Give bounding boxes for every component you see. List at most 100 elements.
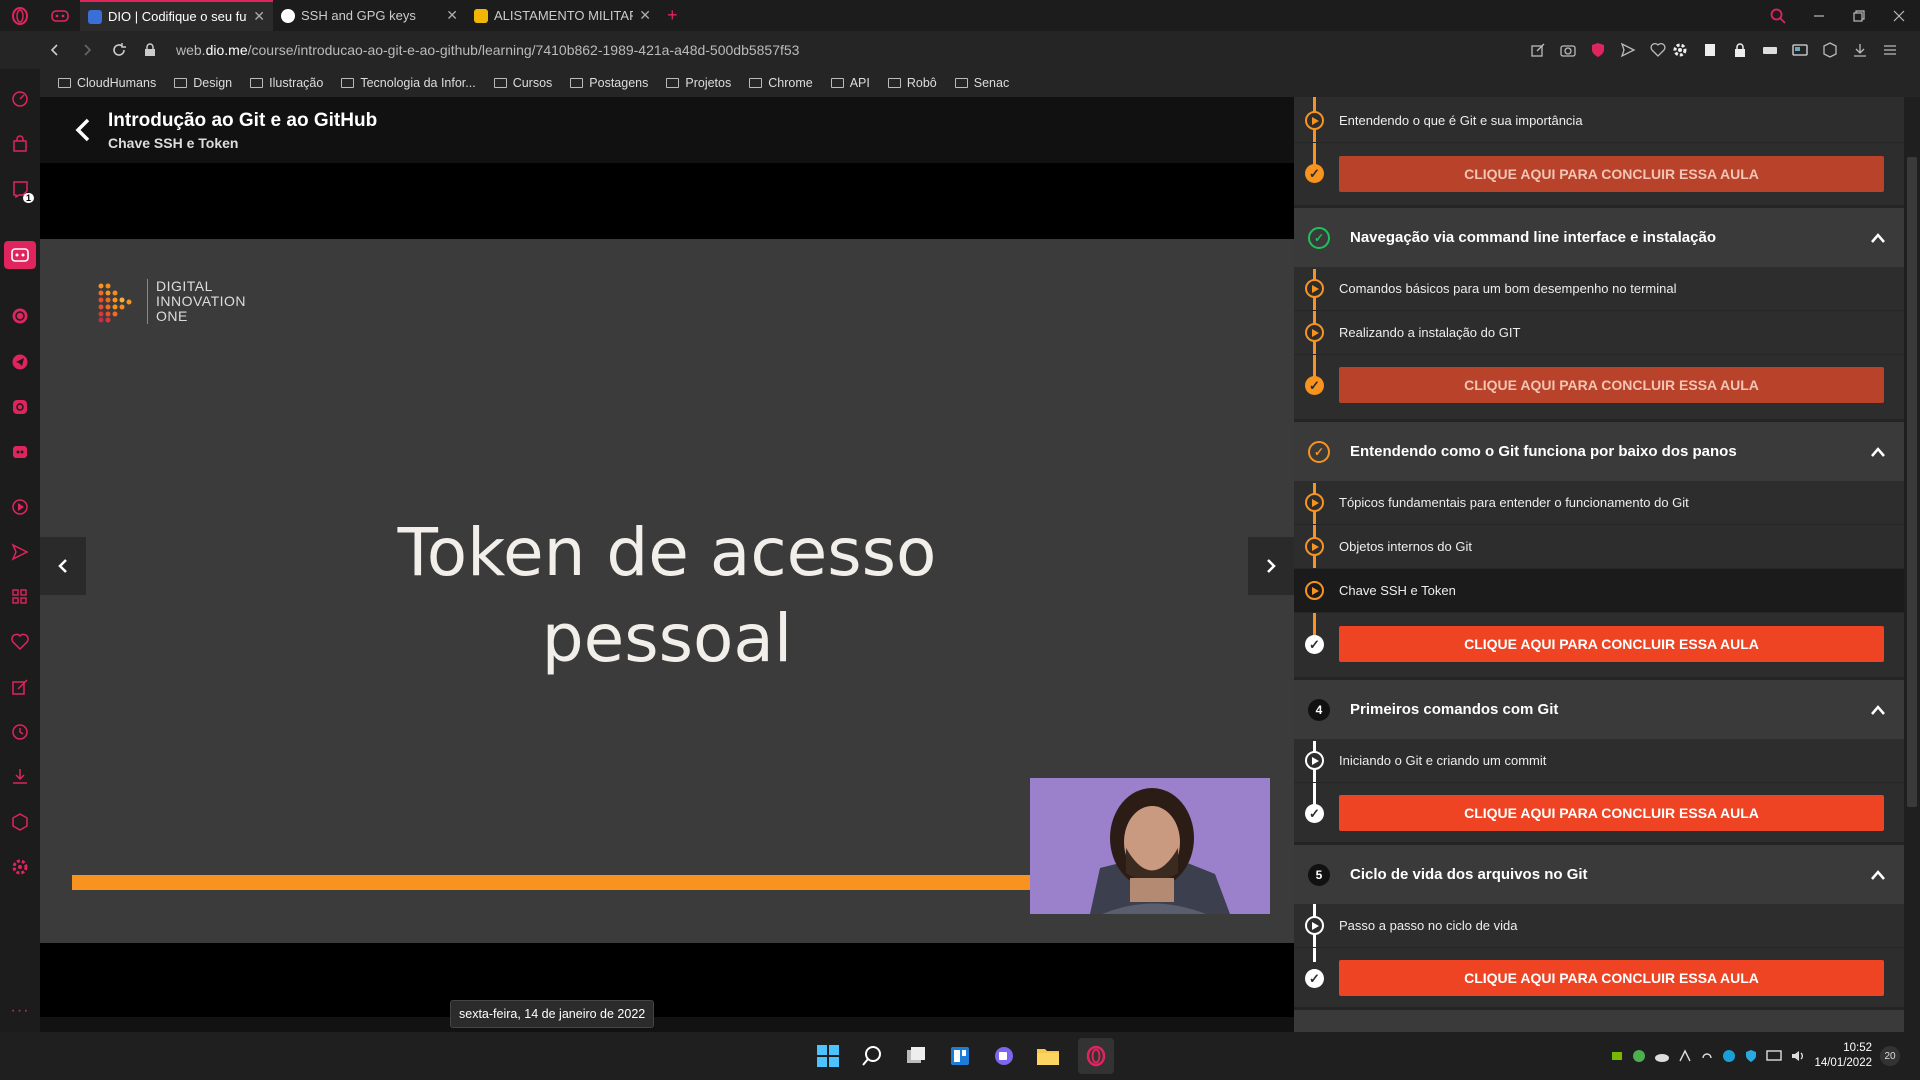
adblock-icon[interactable] [1590, 42, 1606, 58]
network-tray-icon[interactable] [1678, 1049, 1692, 1063]
section-header[interactable]: 4 Primeiros comandos com Git [1294, 677, 1904, 739]
bookmark-folder[interactable]: Robô [887, 76, 937, 90]
easy-setup-icon[interactable] [1882, 42, 1898, 58]
new-tab-button[interactable]: + [667, 5, 678, 26]
send-icon[interactable] [1620, 42, 1636, 58]
settings-icon[interactable] [10, 857, 30, 877]
tab-dio[interactable]: DIO | Codifique o seu futur ✕ [80, 0, 273, 31]
extensions-icon[interactable] [10, 587, 30, 607]
complete-lesson-button[interactable]: CLIQUE AQUI PARA CONCLUIR ESSA AULA [1339, 626, 1884, 662]
section-header[interactable] [1294, 1007, 1904, 1032]
onedrive-icon[interactable] [1654, 1049, 1670, 1063]
lesson-item[interactable]: Entendendo o que é Git e sua importância [1294, 99, 1904, 143]
lesson-item[interactable]: Comandos básicos para um bom desempenho … [1294, 267, 1904, 311]
defender-icon[interactable] [1744, 1049, 1758, 1063]
search-tabs-icon[interactable] [1770, 0, 1786, 31]
history-icon[interactable] [10, 722, 30, 742]
cube-icon[interactable] [10, 812, 30, 832]
notification-badge[interactable]: 20 [1880, 1046, 1900, 1066]
notes-icon[interactable] [10, 677, 30, 697]
close-tab-icon[interactable]: ✕ [639, 7, 651, 24]
section-header[interactable]: 5 Ciclo de vida dos arquivos no Git [1294, 842, 1904, 904]
complete-lesson-button[interactable]: CLIQUE AQUI PARA CONCLUIR ESSA AULA [1339, 367, 1884, 403]
close-tab-icon[interactable]: ✕ [253, 8, 265, 25]
gx-corner-icon[interactable] [4, 241, 36, 269]
tab-extension-icon[interactable] [1762, 42, 1778, 58]
next-lesson-button[interactable] [1248, 537, 1294, 595]
bookmark-folder[interactable]: Projetos [666, 76, 731, 90]
telegram-icon[interactable] [10, 352, 30, 372]
chevron-up-icon[interactable] [1870, 702, 1886, 718]
close-tab-icon[interactable]: ✕ [446, 7, 458, 24]
previous-lesson-button[interactable] [40, 537, 86, 595]
shield-tray-icon[interactable] [1632, 1049, 1646, 1063]
bookmark-folder[interactable]: Cursos [493, 76, 552, 90]
lesson-item[interactable]: Tópicos fundamentais para entender o fun… [1294, 481, 1904, 525]
discord-icon[interactable] [10, 442, 30, 462]
forward-icon[interactable] [80, 43, 94, 57]
bookmark-extension-icon[interactable] [1702, 42, 1718, 58]
speed-dial-icon[interactable] [10, 89, 30, 109]
heart-icon[interactable] [1650, 42, 1666, 58]
back-icon[interactable] [48, 43, 62, 57]
steam-icon[interactable] [1722, 1049, 1736, 1063]
translate-extension-icon[interactable] [1792, 42, 1808, 58]
scrollbar-thumb[interactable] [1907, 157, 1917, 807]
favorites-icon[interactable] [10, 632, 30, 652]
shopping-icon[interactable] [10, 134, 30, 154]
lesson-item-current[interactable]: Chave SSH e Token [1294, 569, 1904, 613]
chevron-up-icon[interactable] [1870, 230, 1886, 246]
complete-lesson-button[interactable]: CLIQUE AQUI PARA CONCLUIR ESSA AULA [1339, 795, 1884, 831]
restore-icon[interactable] [1852, 0, 1866, 31]
complete-lesson-button[interactable]: CLIQUE AQUI PARA CONCLUIR ESSA AULA [1339, 156, 1884, 192]
video-player[interactable]: DIGITAL INNOVATION ONE Token de acesso p… [40, 239, 1294, 943]
gear-extension-icon[interactable] [1672, 42, 1688, 58]
complete-lesson-button[interactable]: CLIQUE AQUI PARA CONCLUIR ESSA AULA [1339, 960, 1884, 996]
widgets-icon[interactable] [946, 1042, 974, 1070]
edit-icon[interactable] [1530, 42, 1546, 58]
nvidia-icon[interactable] [1610, 1049, 1624, 1063]
opera-menu-icon[interactable] [0, 0, 40, 31]
bookmark-folder[interactable]: Ilustração [250, 76, 323, 90]
close-window-icon[interactable] [1892, 0, 1906, 31]
headset-icon[interactable] [1700, 1049, 1714, 1063]
more-icon[interactable]: ··· [10, 1001, 30, 1021]
lock-extension-icon[interactable] [1732, 42, 1748, 58]
download-icon[interactable] [1852, 42, 1868, 58]
downloads-icon[interactable] [10, 766, 30, 786]
cube-extension-icon[interactable] [1822, 42, 1838, 58]
volume-icon[interactable] [1790, 1049, 1806, 1063]
bookmark-folder[interactable]: CloudHumans [58, 76, 156, 90]
bookmark-folder[interactable]: Tecnologia da Infor... [341, 76, 476, 90]
bookmark-folder[interactable]: Chrome [749, 76, 813, 90]
lesson-item[interactable]: Passo a passo no ciclo de vida [1294, 904, 1904, 948]
minimize-icon[interactable] [1812, 0, 1826, 31]
camera-icon[interactable] [1560, 42, 1576, 58]
file-explorer-icon[interactable] [1034, 1042, 1062, 1070]
gaming-icon[interactable] [40, 0, 80, 31]
system-clock[interactable]: 10:52 14/01/2022 [1814, 1041, 1872, 1071]
teams-chat-icon[interactable] [990, 1042, 1018, 1070]
monitor-icon[interactable] [1766, 1049, 1783, 1063]
player-icon[interactable] [10, 497, 30, 517]
task-view-icon[interactable] [902, 1042, 930, 1070]
section-header[interactable]: ✓ Navegação via command line interface e… [1294, 205, 1904, 267]
bookmark-folder[interactable]: API [830, 76, 870, 90]
url-field[interactable]: web.dio.me/course/introducao-ao-git-e-ao… [176, 42, 799, 58]
lesson-item[interactable]: Objetos internos do Git [1294, 525, 1904, 569]
twitch-icon[interactable]: 1 [10, 179, 34, 203]
lock-icon[interactable] [144, 43, 156, 57]
lesson-item[interactable]: Iniciando o Git e criando um commit [1294, 739, 1904, 783]
panel-scrollbar[interactable] [1904, 97, 1920, 1032]
chevron-up-icon[interactable] [1870, 867, 1886, 883]
start-icon[interactable] [814, 1042, 842, 1070]
bookmark-folder[interactable]: Senac [954, 76, 1009, 90]
flow-icon[interactable] [10, 542, 30, 562]
instagram-icon[interactable] [10, 397, 30, 417]
back-arrow-icon[interactable] [70, 116, 98, 144]
lesson-item[interactable]: Realizando a instalação do GIT [1294, 311, 1904, 355]
chevron-up-icon[interactable] [1870, 444, 1886, 460]
whatsapp-icon[interactable] [10, 306, 30, 326]
tab-alistamento[interactable]: ALISTAMENTO MILITAR ON ✕ [466, 0, 659, 31]
opera-gx-taskbar-icon[interactable] [1078, 1038, 1114, 1074]
